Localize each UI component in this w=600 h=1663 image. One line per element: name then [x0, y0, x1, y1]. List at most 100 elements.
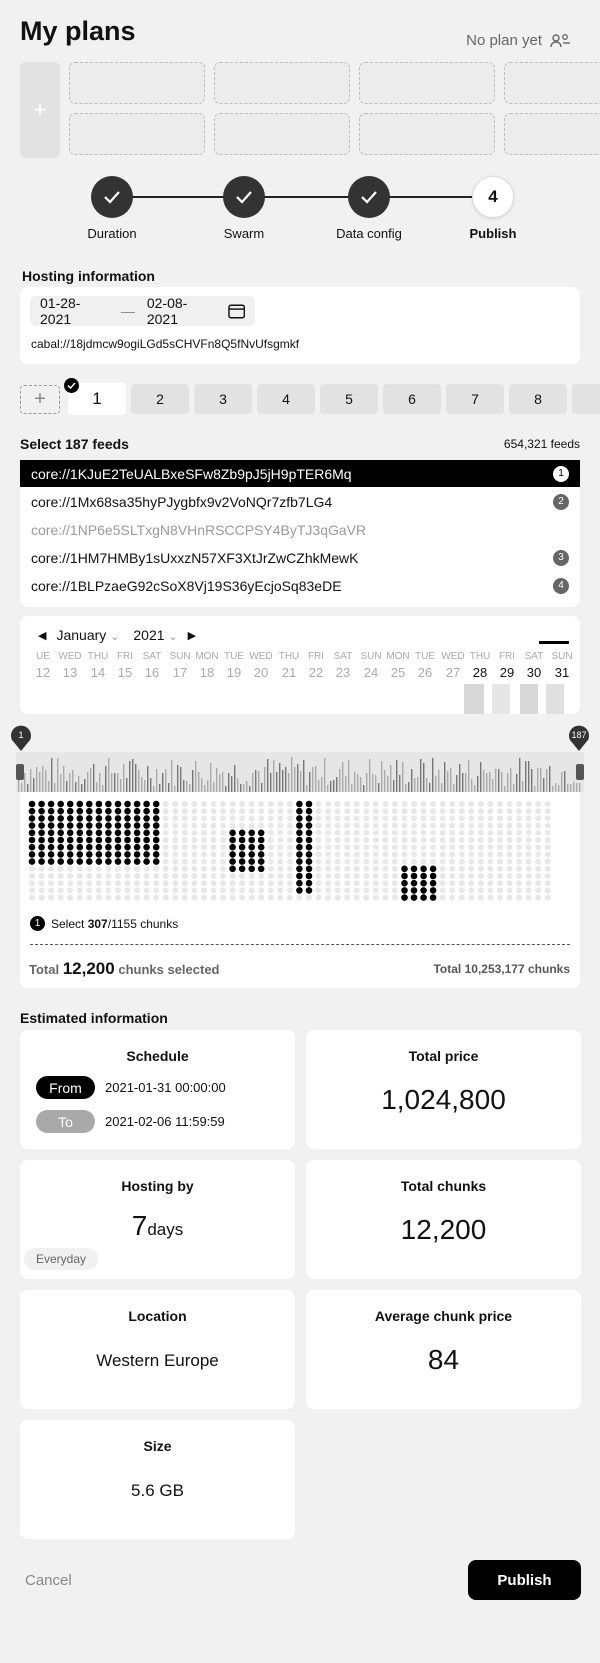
chunk-cell[interactable] — [449, 837, 456, 843]
chunk-cell[interactable] — [439, 844, 446, 851]
chunk-cell[interactable] — [105, 822, 112, 829]
chunk-cell[interactable] — [66, 858, 74, 865]
chunk-cell[interactable] — [210, 844, 217, 851]
chunk-cell[interactable] — [152, 829, 160, 837]
chunk-cell[interactable] — [210, 873, 217, 879]
chunk-cell[interactable] — [410, 865, 418, 873]
chunk-cell[interactable] — [353, 865, 360, 872]
chunk-cell[interactable] — [506, 894, 513, 901]
chunk-cell[interactable] — [344, 822, 351, 829]
chunk-cell[interactable] — [296, 858, 303, 865]
calendar-day[interactable]: 16 — [139, 665, 165, 680]
chunk-cell[interactable] — [525, 865, 532, 872]
chunk-cell[interactable] — [257, 829, 265, 837]
chunk-cell[interactable] — [200, 865, 207, 872]
chunk-cell[interactable] — [429, 879, 437, 887]
chunk-cell[interactable] — [172, 801, 179, 807]
chunk-cell[interactable] — [277, 865, 284, 872]
chunk-cell[interactable] — [239, 887, 246, 894]
chunk-cell[interactable] — [57, 851, 64, 858]
chunk-cell[interactable] — [38, 822, 45, 829]
chunk-cell[interactable] — [468, 808, 475, 815]
chunk-cell[interactable] — [449, 815, 456, 822]
chunk-cell[interactable] — [267, 858, 274, 865]
chunk-cell[interactable] — [344, 887, 351, 894]
cancel-button[interactable]: Cancel — [25, 1572, 72, 1589]
chunk-cell[interactable] — [296, 865, 303, 873]
chunk-cell[interactable] — [124, 829, 131, 837]
chunk-cell[interactable] — [411, 822, 417, 829]
chunk-cell[interactable] — [458, 822, 465, 829]
chunk-cell[interactable] — [143, 800, 150, 808]
chunk-cell[interactable] — [200, 829, 207, 836]
chunk-cell[interactable] — [430, 829, 437, 836]
chunk-cell[interactable] — [477, 844, 484, 851]
chunk-cell[interactable] — [401, 822, 408, 829]
chunk-cell[interactable] — [28, 843, 36, 851]
chunk-cell[interactable] — [200, 851, 207, 858]
chunk-cell[interactable] — [267, 801, 274, 807]
chunk-cell[interactable] — [305, 836, 313, 844]
chunk-cell[interactable] — [305, 887, 313, 894]
chunk-cell[interactable] — [95, 873, 102, 879]
calendar-day[interactable]: 14 — [85, 665, 111, 680]
chunk-cell[interactable] — [162, 858, 169, 865]
chunk-cell[interactable] — [449, 808, 456, 815]
chunk-cell[interactable] — [506, 851, 513, 858]
chunk-cell[interactable] — [363, 858, 370, 865]
chunk-cell[interactable] — [47, 822, 55, 829]
chunk-cell[interactable] — [372, 801, 379, 807]
chunk-cell[interactable] — [410, 879, 418, 887]
chunk-cell[interactable] — [391, 865, 398, 872]
chunk-cell[interactable] — [286, 801, 293, 807]
chunk-cell[interactable] — [497, 844, 503, 851]
chunk-cell[interactable] — [210, 801, 217, 807]
chunk-cell[interactable] — [124, 894, 131, 901]
chunk-cell[interactable] — [516, 880, 523, 887]
chunk-cell[interactable] — [181, 865, 188, 872]
chunk-cell[interactable] — [277, 894, 284, 901]
chunk-cell[interactable] — [172, 865, 179, 872]
chunk-cell[interactable] — [66, 807, 74, 815]
chunk-cell[interactable] — [506, 844, 513, 851]
chunk-cell[interactable] — [105, 807, 112, 815]
chunk-cell[interactable] — [286, 851, 293, 858]
chunk-cell[interactable] — [449, 880, 456, 887]
chunk-cell[interactable] — [229, 808, 236, 815]
chunk-cell[interactable] — [535, 822, 542, 829]
chunk-cell[interactable] — [325, 865, 332, 872]
plan-slot[interactable] — [69, 113, 205, 155]
chunk-cell[interactable] — [57, 887, 64, 894]
chunk-cell[interactable] — [544, 822, 551, 829]
chunk-cell[interactable] — [334, 873, 341, 879]
chunk-cell[interactable] — [325, 858, 332, 865]
chunk-cell[interactable] — [315, 851, 322, 858]
chunk-cell[interactable] — [114, 822, 122, 829]
chunk-cell[interactable] — [449, 873, 456, 879]
chunk-cell[interactable] — [497, 887, 503, 894]
chunk-cell[interactable] — [258, 880, 265, 887]
chunk-cell[interactable] — [153, 865, 160, 872]
chunk-cell[interactable] — [344, 844, 351, 851]
step-publish[interactable]: 4 — [472, 176, 514, 218]
chunk-cell[interactable] — [391, 873, 398, 879]
chunk-cell[interactable] — [38, 815, 45, 822]
chunk-cell[interactable] — [487, 894, 494, 901]
chunk-cell[interactable] — [172, 829, 179, 836]
chunk-cell[interactable] — [114, 858, 122, 865]
chunk-cell[interactable] — [220, 837, 226, 843]
chunk-cell[interactable] — [525, 844, 532, 851]
chunk-cell[interactable] — [57, 894, 64, 901]
chunk-cell[interactable] — [430, 815, 437, 822]
calendar-day[interactable]: 31 — [549, 665, 575, 680]
chunk-cell[interactable] — [153, 873, 160, 879]
chunk-cell[interactable] — [162, 801, 169, 807]
chunk-cell[interactable] — [38, 865, 45, 872]
chunk-cell[interactable] — [67, 894, 74, 901]
chunk-cell[interactable] — [38, 851, 45, 858]
chunk-cell[interactable] — [334, 894, 341, 901]
chunk-cell[interactable] — [325, 887, 332, 894]
chunk-cell[interactable] — [325, 880, 332, 887]
chunk-cell[interactable] — [429, 887, 437, 894]
chunk-cell[interactable] — [86, 815, 93, 822]
